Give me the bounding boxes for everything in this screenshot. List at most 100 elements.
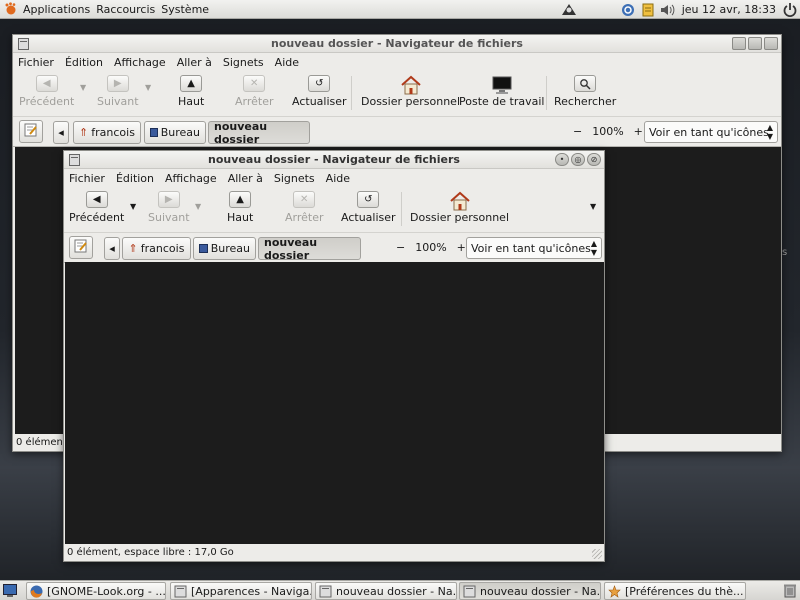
- stop-button[interactable]: ✕ Arrêter: [235, 75, 274, 108]
- menu-fichier[interactable]: Fichier: [18, 56, 54, 69]
- menu-affichage[interactable]: Affichage: [114, 56, 166, 69]
- clock[interactable]: jeu 12 avr, 18:33: [682, 3, 776, 16]
- menu-signets[interactable]: Signets: [223, 56, 264, 69]
- front-menubar: Fichier Édition Affichage Aller à Signet…: [64, 169, 604, 187]
- forward-history-dropdown[interactable]: ▼: [195, 202, 201, 211]
- zoom-in-button[interactable]: +: [457, 241, 466, 254]
- minimize-button[interactable]: •: [555, 153, 569, 166]
- arrow-up-icon: ▲: [229, 191, 252, 208]
- path-scroll-left-button[interactable]: ◂: [53, 121, 69, 144]
- zoom-out-button[interactable]: −: [573, 125, 582, 138]
- back-button[interactable]: ◀ Précédent: [69, 191, 124, 224]
- up-button[interactable]: ▲ Haut: [227, 191, 253, 224]
- reload-button[interactable]: ↺ Actualiser: [292, 75, 347, 108]
- up-button[interactable]: ▲ Haut: [178, 75, 204, 108]
- notification-icon[interactable]: [640, 2, 656, 18]
- back-history-dropdown[interactable]: ▼: [130, 202, 136, 211]
- taskbar-item-nouveau-dossier-2[interactable]: nouveau dossier - Na...: [459, 582, 601, 600]
- front-window-titlebar[interactable]: nouveau dossier - Navigateur de fichiers…: [64, 151, 604, 169]
- menu-aide[interactable]: Aide: [275, 56, 299, 69]
- applications-menu[interactable]: Applications: [0, 0, 96, 19]
- toggle-location-button[interactable]: [69, 236, 93, 259]
- menu-fichier[interactable]: Fichier: [69, 172, 105, 185]
- zoom-out-button[interactable]: −: [396, 241, 405, 254]
- power-icon[interactable]: [782, 2, 798, 18]
- view-mode-select[interactable]: Voir en tant qu'icônes ▲ ▼: [644, 121, 778, 143]
- home-button[interactable]: Dossier personnel: [361, 75, 460, 108]
- toggle-location-button[interactable]: [19, 120, 43, 143]
- forward-button[interactable]: ▶ Suivant: [97, 75, 139, 108]
- edit-location-icon: [74, 239, 88, 256]
- home-icon: [399, 75, 423, 95]
- front-content-area[interactable]: [65, 262, 604, 544]
- file-browser-icon: [319, 585, 332, 598]
- places-label: Raccourcis: [96, 2, 156, 16]
- menu-aller[interactable]: Aller à: [228, 172, 263, 185]
- window-icon: [69, 154, 80, 166]
- taskbar-item-apparences[interactable]: [Apparences - Naviga...: [170, 582, 312, 600]
- stop-icon: ✕: [243, 75, 266, 92]
- back-button[interactable]: ◀ Précédent: [19, 75, 74, 108]
- search-button[interactable]: Rechercher: [554, 75, 616, 108]
- zoom-in-button[interactable]: +: [634, 125, 643, 138]
- maximize-button[interactable]: ◎: [571, 153, 585, 166]
- view-mode-select[interactable]: Voir en tant qu'icônes ▲ ▼: [466, 237, 602, 259]
- maximize-button[interactable]: [748, 37, 762, 50]
- network-icon[interactable]: [560, 1, 578, 18]
- front-window-title: nouveau dossier - Navigateur de fichiers: [208, 153, 460, 166]
- path-button-bureau[interactable]: Bureau: [193, 237, 256, 260]
- volume-icon[interactable]: [660, 2, 676, 18]
- show-desktop-icon[interactable]: [3, 584, 17, 597]
- path-button-francois[interactable]: ⇑ francois: [122, 237, 191, 260]
- arrow-up-icon: ▲: [180, 75, 203, 92]
- front-location-bar: ◂ ⇑ francois Bureau nouveau dossier − 10…: [64, 233, 604, 263]
- minimize-button[interactable]: [732, 37, 746, 50]
- computer-button[interactable]: Poste de travail: [459, 75, 544, 108]
- front-statusbar: 0 élément, espace libre : 17,0 Go: [64, 544, 604, 561]
- toolbar-separator: [351, 76, 352, 110]
- path-button-bureau[interactable]: Bureau: [144, 121, 206, 144]
- back-window-titlebar[interactable]: nouveau dossier - Navigateur de fichiers: [13, 35, 781, 53]
- update-icon[interactable]: [620, 2, 636, 18]
- home-up-icon: ⇑: [79, 126, 89, 139]
- toolbar-overflow-dropdown[interactable]: ▼: [590, 202, 596, 211]
- close-button[interactable]: [764, 37, 778, 50]
- forward-button[interactable]: ▶ Suivant: [148, 191, 190, 224]
- path-button-current[interactable]: nouveau dossier: [258, 236, 361, 262]
- computer-icon: [490, 75, 514, 95]
- path-button-current[interactable]: nouveau dossier: [208, 120, 310, 146]
- menu-affichage[interactable]: Affichage: [165, 172, 217, 185]
- menu-aller[interactable]: Aller à: [177, 56, 212, 69]
- system-label: Système: [161, 2, 210, 16]
- reload-icon: ↺: [357, 191, 380, 208]
- home-button[interactable]: Dossier personnel: [410, 191, 509, 224]
- resize-grip[interactable]: [592, 549, 602, 559]
- places-menu[interactable]: Raccourcis: [96, 0, 161, 19]
- updown-arrow-icon: ▲ ▼: [766, 123, 773, 141]
- path-button-francois[interactable]: ⇑ francois: [73, 121, 141, 144]
- path-scroll-left-button[interactable]: ◂: [104, 237, 120, 260]
- menu-edition[interactable]: Édition: [65, 56, 103, 69]
- menu-signets[interactable]: Signets: [274, 172, 315, 185]
- file-browser-icon: [174, 585, 187, 598]
- zoom-level[interactable]: 100%: [415, 241, 446, 254]
- file-browser-icon: [463, 585, 476, 598]
- reload-button[interactable]: ↺ Actualiser: [341, 191, 396, 224]
- taskbar-item-preferences-theme[interactable]: [Préférences du thè...: [604, 582, 746, 600]
- taskbar-item-nouveau-dossier-1[interactable]: nouveau dossier - Na...: [315, 582, 457, 600]
- back-toolbar: ◀ Précédent ▼ ▶ Suivant ▼ ▲ Haut ✕ Arrêt…: [13, 71, 781, 117]
- stop-button[interactable]: ✕ Arrêter: [285, 191, 324, 224]
- menu-edition[interactable]: Édition: [116, 172, 154, 185]
- forward-history-dropdown[interactable]: ▼: [145, 83, 151, 92]
- close-button[interactable]: ⊘: [587, 153, 601, 166]
- top-panel: Applications Raccourcis Système jeu 12 a…: [0, 0, 800, 19]
- zoom-level[interactable]: 100%: [592, 125, 623, 138]
- trash-icon[interactable]: [783, 583, 797, 598]
- desktop-folder-icon: [150, 128, 158, 137]
- toolbar-separator: [401, 192, 402, 226]
- menu-aide[interactable]: Aide: [326, 172, 350, 185]
- system-menu[interactable]: Système: [161, 0, 215, 19]
- back-history-dropdown[interactable]: ▼: [80, 83, 86, 92]
- desktop-edge-text: s: [782, 247, 788, 258]
- taskbar-item-gnome-look[interactable]: [GNOME-Look.org - ...: [26, 582, 166, 600]
